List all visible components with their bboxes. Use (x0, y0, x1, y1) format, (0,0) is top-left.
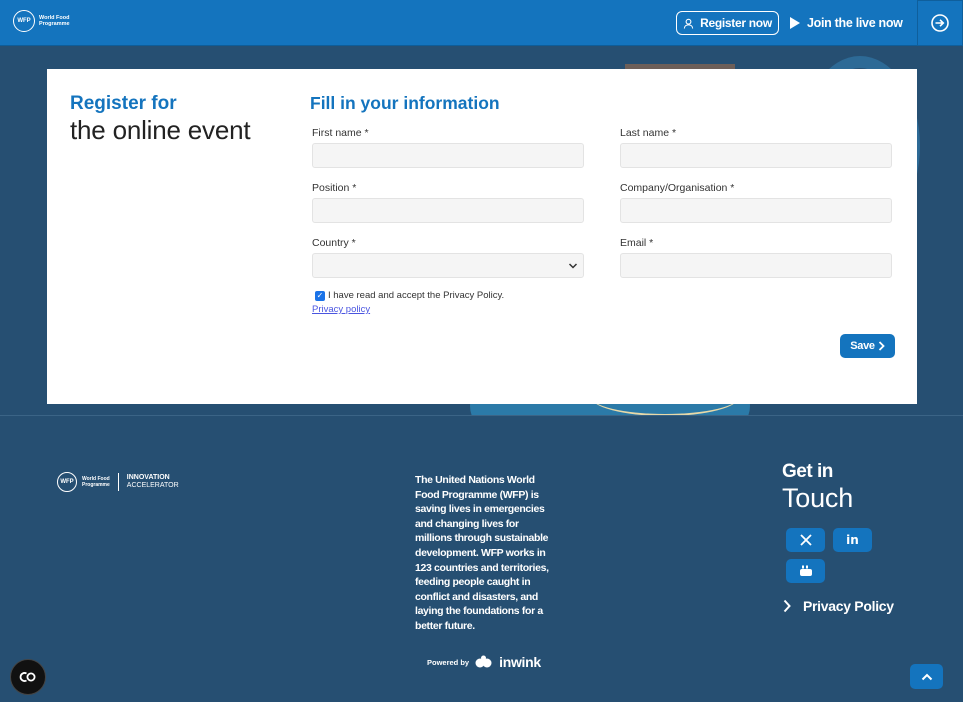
youtube-icon (799, 565, 812, 576)
company-label: Company/Organisation * (620, 182, 735, 194)
powered-by-label: Powered by (427, 657, 470, 667)
logo-text-line2: Programme (39, 21, 70, 27)
innovation-accelerator-logo: WFP World Food Programme INNOVATION ACCE… (57, 472, 179, 492)
form-title: Fill in your information (310, 93, 500, 113)
chevron-right-icon (878, 341, 885, 351)
login-button[interactable] (917, 0, 963, 46)
company-input[interactable] (620, 198, 892, 223)
wfp-logo[interactable]: WFP World Food Programme (13, 10, 70, 32)
user-icon (683, 18, 694, 29)
join-live-label: Join the live now (807, 16, 903, 30)
email-label: Email * (620, 237, 654, 249)
consent-checkbox[interactable]: ✓ (315, 290, 325, 301)
linkedin-icon: in (846, 533, 859, 547)
youtube-button[interactable] (786, 559, 825, 583)
last-name-label: Last name * (620, 127, 677, 139)
first-name-field-group: First name * (312, 127, 584, 168)
email-input[interactable] (620, 253, 892, 278)
powered-by-inwink[interactable]: Powered by inwink (427, 654, 541, 670)
chevron-down-icon (568, 263, 578, 269)
linkedin-button[interactable]: in (833, 528, 872, 552)
register-now-button[interactable]: Register now (676, 11, 779, 35)
register-now-label: Register now (700, 16, 772, 30)
save-label: Save (850, 340, 875, 352)
company-field-group: Company/Organisation * (620, 182, 892, 223)
position-input[interactable] (312, 198, 584, 223)
register-title: Register for (70, 93, 177, 114)
first-name-input[interactable] (312, 143, 584, 168)
save-button[interactable]: Save (840, 334, 895, 358)
x-twitter-button[interactable] (786, 528, 825, 552)
chevron-right-icon (783, 599, 791, 613)
play-icon (790, 17, 800, 29)
innovation-text: INNOVATION (126, 474, 170, 481)
cookie-settings-button[interactable] (10, 659, 46, 695)
accelerator-text: ACCELERATOR (126, 482, 179, 489)
email-field-group: Email * (620, 237, 892, 278)
consent-text: I have read and accept the Privacy Polic… (328, 290, 505, 301)
footer-privacy-policy-link[interactable]: Privacy Policy (783, 598, 894, 614)
position-field-group: Position * (312, 182, 584, 223)
x-icon (799, 534, 812, 546)
register-subtitle: the online event (70, 115, 251, 145)
get-in-heading: Get in (782, 461, 833, 482)
about-wfp-text: The United Nations World Food Programme … (415, 474, 549, 632)
wfp-emblem-icon: WFP (57, 472, 77, 492)
privacy-policy-link[interactable]: Privacy policy (312, 304, 370, 315)
top-navbar: WFP World Food Programme Register now Jo… (0, 0, 963, 46)
sign-in-icon (931, 14, 949, 32)
country-label: Country * (312, 237, 356, 249)
chevron-up-icon (921, 673, 932, 680)
position-label: Position * (312, 182, 357, 194)
last-name-field-group: Last name * (620, 127, 892, 168)
registration-card: Register for the online event Fill in yo… (47, 69, 917, 404)
inwink-logo-icon (475, 655, 492, 668)
scroll-to-top-button[interactable] (910, 664, 943, 689)
last-name-input[interactable] (620, 143, 892, 168)
footer-privacy-label: Privacy Policy (803, 598, 894, 614)
country-select[interactable] (312, 253, 584, 278)
inwink-brand: inwink (499, 654, 541, 670)
footer-logo-line2: Programme (82, 482, 110, 488)
country-field-group: Country * (312, 237, 584, 278)
first-name-label: First name * (312, 127, 369, 139)
touch-heading: Touch (782, 483, 854, 513)
wfp-emblem-icon: WFP (13, 10, 35, 32)
logo-divider (117, 473, 119, 491)
cookie-icon (19, 672, 36, 682)
join-live-button[interactable]: Join the live now (790, 11, 903, 35)
consent-row: ✓ I have read and accept the Privacy Pol… (315, 290, 504, 301)
